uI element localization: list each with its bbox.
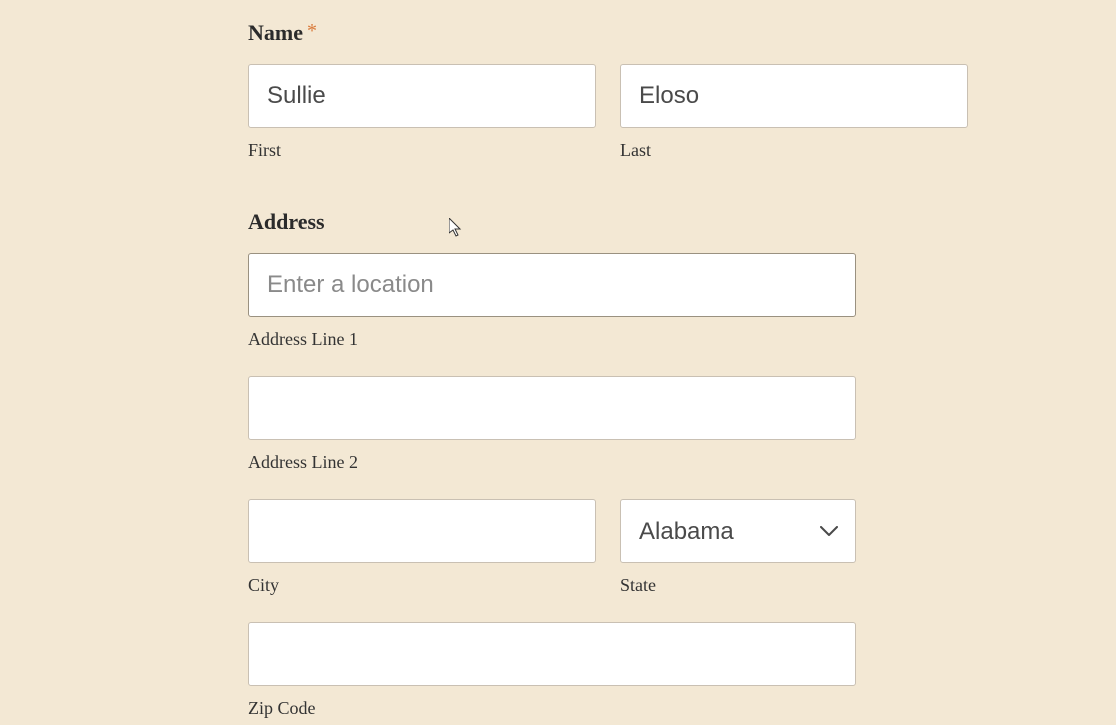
address-line1-field-wrapper: Address Line 1 bbox=[248, 253, 856, 350]
city-field-wrapper: City bbox=[248, 499, 596, 596]
required-asterisk: * bbox=[307, 20, 317, 42]
state-sublabel: State bbox=[620, 575, 856, 596]
last-name-input[interactable] bbox=[620, 64, 968, 128]
state-field-wrapper: Alabama State bbox=[620, 499, 856, 596]
city-input[interactable] bbox=[248, 499, 596, 563]
address-line2-input[interactable] bbox=[248, 376, 856, 440]
zip-input[interactable] bbox=[248, 622, 856, 686]
first-name-input[interactable] bbox=[248, 64, 596, 128]
last-name-sublabel: Last bbox=[620, 140, 968, 161]
address-line2-sublabel: Address Line 2 bbox=[248, 452, 856, 473]
address-line2-field-wrapper: Address Line 2 bbox=[248, 376, 856, 473]
zip-field-wrapper: Zip Code bbox=[248, 622, 856, 719]
city-sublabel: City bbox=[248, 575, 596, 596]
address-line1-input[interactable] bbox=[248, 253, 856, 317]
address-section-label: Address bbox=[248, 209, 856, 235]
state-select[interactable]: Alabama bbox=[620, 499, 856, 563]
address-line1-sublabel: Address Line 1 bbox=[248, 329, 856, 350]
last-name-field-wrapper: Last bbox=[620, 64, 968, 161]
zip-sublabel: Zip Code bbox=[248, 698, 856, 719]
first-name-field-wrapper: First bbox=[248, 64, 596, 161]
name-section-label: Name* bbox=[248, 20, 856, 46]
first-name-sublabel: First bbox=[248, 140, 596, 161]
